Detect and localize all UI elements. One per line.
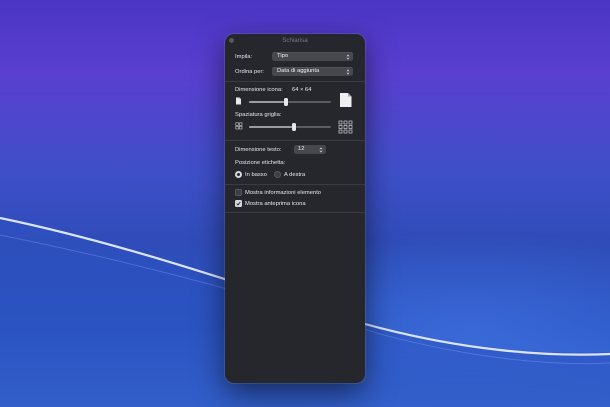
- sort-by-label: Ordina per:: [235, 69, 264, 75]
- stack-settings-window: Schiarisa Impila: Tipo Ordina per: Data …: [225, 34, 365, 383]
- grid-spacing-label: Spaziatura griglia:: [235, 112, 282, 118]
- text-size-value: 12: [298, 146, 305, 152]
- large-document-icon: [340, 93, 352, 107]
- radio-right[interactable]: [274, 171, 281, 178]
- icon-size-slider-knob[interactable]: [284, 98, 288, 106]
- grid-spacing-slider-fill: [249, 126, 294, 128]
- titlebar[interactable]: Schiarisa: [225, 34, 365, 45]
- icon-size-slider-fill: [249, 101, 286, 103]
- divider: [225, 140, 365, 141]
- divider: [225, 184, 365, 185]
- chevron-updown-icon: [346, 69, 350, 74]
- radio-right-label[interactable]: A destra: [284, 172, 305, 178]
- grid-spacing-slider-knob[interactable]: [292, 123, 296, 131]
- wide-grid-icon: [338, 120, 353, 134]
- text-size-label: Dimensione testo:: [235, 147, 282, 153]
- stack-by-label: Impila:: [235, 54, 253, 60]
- radio-bottom[interactable]: [235, 171, 242, 178]
- radio-bottom-label[interactable]: In basso: [245, 172, 267, 178]
- show-icon-preview-label[interactable]: Mostra anteprima icona: [245, 201, 306, 207]
- icon-size-value: 64 × 64: [292, 87, 312, 93]
- window-title: Schiarisa: [282, 36, 308, 44]
- show-item-info-checkbox[interactable]: [235, 189, 242, 196]
- tight-grid-icon: [235, 122, 243, 130]
- grid-spacing-slider[interactable]: [249, 123, 331, 131]
- show-item-info-label[interactable]: Mostra informazioni elemento: [245, 190, 321, 196]
- label-position-label: Posizione etichetta:: [235, 160, 286, 166]
- stack-by-popup[interactable]: Tipo: [272, 52, 353, 61]
- sort-by-popup[interactable]: Data di aggiunta: [272, 67, 353, 76]
- small-document-icon: [236, 97, 241, 105]
- stack-by-value: Tipo: [277, 53, 289, 59]
- divider: [225, 212, 365, 213]
- checkmark-icon: [236, 201, 241, 206]
- chevron-updown-icon: [346, 54, 350, 59]
- icon-size-slider[interactable]: [249, 98, 331, 106]
- icon-size-label: Dimensione icona:: [235, 87, 283, 93]
- sort-by-value: Data di aggiunta: [277, 68, 320, 74]
- text-size-popup[interactable]: 12: [294, 145, 326, 154]
- chevron-updown-icon: [319, 147, 323, 152]
- show-icon-preview-checkbox[interactable]: [235, 200, 242, 207]
- divider: [225, 81, 365, 82]
